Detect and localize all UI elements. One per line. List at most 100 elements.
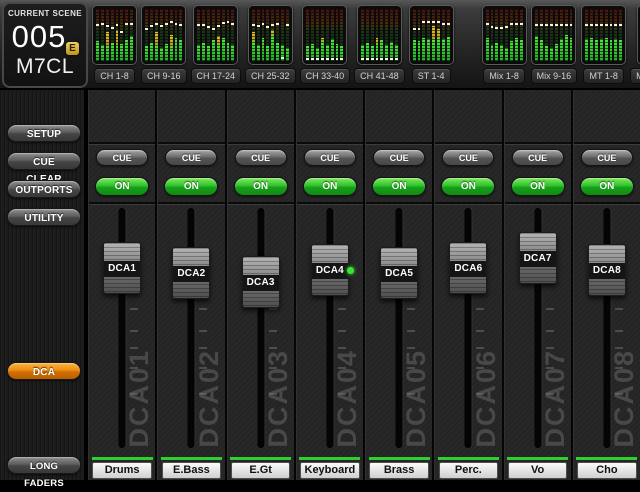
meter-bank-tab-ch-25-32[interactable]: CH 25-32 bbox=[245, 68, 296, 84]
meter-bar bbox=[111, 9, 114, 61]
cue-button[interactable]: CUE bbox=[304, 149, 356, 166]
fader-scale-tick bbox=[269, 393, 277, 395]
fader-cap[interactable]: DCA8 bbox=[588, 244, 626, 296]
meter-bank-tab-ch-17-24[interactable]: CH 17-24 bbox=[191, 68, 242, 84]
fader-position-marker bbox=[447, 23, 450, 25]
on-button[interactable]: ON bbox=[234, 177, 288, 196]
channel-name-label[interactable]: E.Gt bbox=[231, 462, 291, 479]
meter-bar bbox=[160, 9, 163, 61]
meter-bar bbox=[422, 9, 425, 61]
dca-bank-button[interactable]: DCA bbox=[7, 362, 81, 380]
on-button[interactable]: ON bbox=[303, 177, 357, 196]
meter-segments bbox=[447, 9, 450, 61]
meter-bank-tab-ch-9-16[interactable]: CH 9-16 bbox=[141, 68, 187, 84]
fader-cap[interactable]: DCA5 bbox=[380, 247, 418, 299]
meter-bank-tab-mt-1-8[interactable]: MT 1-8 bbox=[583, 68, 623, 84]
fader-scale-tick bbox=[407, 330, 415, 332]
channel-name-label[interactable]: Keyboard bbox=[300, 462, 360, 479]
fader-track[interactable] bbox=[396, 208, 403, 448]
fader-position-marker bbox=[418, 28, 421, 30]
cue-button[interactable]: CUE bbox=[512, 149, 564, 166]
channel-name-label[interactable]: Brass bbox=[369, 462, 429, 479]
meter-bank-tab-mix-1-8[interactable]: Mix 1-8 bbox=[483, 68, 525, 84]
on-button[interactable]: ON bbox=[441, 177, 495, 196]
fader-cap[interactable]: DCA1 bbox=[103, 242, 141, 294]
fader-cap[interactable]: DCA4 bbox=[311, 244, 349, 296]
fader-cap[interactable]: DCA2 bbox=[172, 247, 210, 299]
strip-divider bbox=[574, 142, 640, 145]
cue-button[interactable]: CUE bbox=[235, 149, 287, 166]
meter-bar bbox=[361, 9, 364, 61]
fader-position-marker bbox=[614, 24, 617, 26]
meter-segments bbox=[212, 9, 215, 61]
cue-clear-button[interactable]: CUE CLEAR bbox=[7, 152, 81, 170]
meter-bank-tab-master[interactable]: Master bbox=[630, 68, 640, 84]
fader-cap[interactable]: DCA7 bbox=[519, 232, 557, 284]
meter-bank-tab-mix-9-16[interactable]: Mix 9-16 bbox=[531, 68, 578, 84]
fader-track[interactable] bbox=[257, 208, 264, 448]
meter-bank-tab-ch-41-48[interactable]: CH 41-48 bbox=[354, 68, 405, 84]
cue-button[interactable]: CUE bbox=[96, 149, 148, 166]
cue-button[interactable]: CUE bbox=[165, 149, 217, 166]
meter-bar bbox=[316, 9, 319, 61]
fader-scale-tick bbox=[130, 367, 138, 369]
on-button[interactable]: ON bbox=[580, 177, 634, 196]
current-scene-panel[interactable]: CURRENT SCENE 005 E M7CL bbox=[2, 2, 88, 88]
meter-bar bbox=[371, 9, 374, 61]
fader-position-marker bbox=[271, 24, 274, 26]
fader-position-marker bbox=[565, 24, 568, 26]
meter-bank-tab-ch-33-40[interactable]: CH 33-40 bbox=[300, 68, 351, 84]
setup-button[interactable]: SETUP bbox=[7, 124, 81, 142]
meter-bar bbox=[155, 9, 158, 61]
fader-scale-tick bbox=[615, 330, 623, 332]
fader-scale-tick bbox=[338, 367, 346, 369]
meter-bar bbox=[175, 9, 178, 61]
fader-cap[interactable]: DCA3 bbox=[242, 256, 280, 308]
meter-bar bbox=[321, 9, 324, 61]
meter-segments bbox=[116, 9, 119, 61]
channel-name-label[interactable]: Vo bbox=[508, 462, 568, 479]
meter-bar bbox=[600, 9, 603, 61]
fader-scale-tick bbox=[269, 367, 277, 369]
channel-name-label[interactable]: E.Bass bbox=[162, 462, 222, 479]
meter-bar bbox=[491, 9, 494, 61]
on-button[interactable]: ON bbox=[372, 177, 426, 196]
fader-track[interactable] bbox=[188, 208, 195, 448]
meter-segments bbox=[106, 9, 109, 61]
meter-bar bbox=[540, 9, 543, 61]
utility-button[interactable]: UTILITY bbox=[7, 208, 81, 226]
channel-name-label[interactable]: Drums bbox=[92, 462, 152, 479]
fader-position-marker bbox=[262, 23, 265, 25]
fader-scale-tick bbox=[546, 367, 554, 369]
meter-segments bbox=[590, 9, 593, 61]
fader-position-marker bbox=[175, 23, 178, 25]
meter-bar bbox=[390, 9, 393, 61]
fader-position-marker bbox=[500, 27, 503, 29]
long-faders-button[interactable]: LONG FADERS bbox=[7, 456, 81, 474]
fader-position-marker bbox=[570, 24, 573, 26]
cue-button[interactable]: CUE bbox=[442, 149, 494, 166]
meter-bar bbox=[130, 9, 133, 61]
meter-bar bbox=[585, 9, 588, 61]
fader-position-marker bbox=[385, 58, 388, 60]
fader-position-marker bbox=[170, 21, 173, 23]
fader-scale-tick bbox=[130, 308, 138, 310]
strip-divider bbox=[297, 202, 363, 205]
meter-bar bbox=[252, 9, 255, 61]
on-button[interactable]: ON bbox=[95, 177, 149, 196]
meter-bar bbox=[331, 9, 334, 61]
on-button[interactable]: ON bbox=[164, 177, 218, 196]
on-button[interactable]: ON bbox=[511, 177, 565, 196]
meter-segments bbox=[217, 9, 220, 61]
meter-segments bbox=[266, 9, 269, 61]
cue-button[interactable]: CUE bbox=[581, 149, 633, 166]
channel-name-label[interactable]: Perc. bbox=[439, 462, 499, 479]
meter-bank-tab-ch-1-8[interactable]: CH 1-8 bbox=[94, 68, 135, 84]
meter-bank-tab-st-1-4[interactable]: ST 1-4 bbox=[412, 68, 451, 84]
outports-button[interactable]: OUTPORTS bbox=[7, 180, 81, 198]
meter-block bbox=[581, 5, 626, 65]
channel-name-label[interactable]: Cho bbox=[577, 462, 637, 479]
fader-scale-tick bbox=[130, 347, 138, 349]
cue-button[interactable]: CUE bbox=[373, 149, 425, 166]
fader-cap[interactable]: DCA6 bbox=[449, 242, 487, 294]
